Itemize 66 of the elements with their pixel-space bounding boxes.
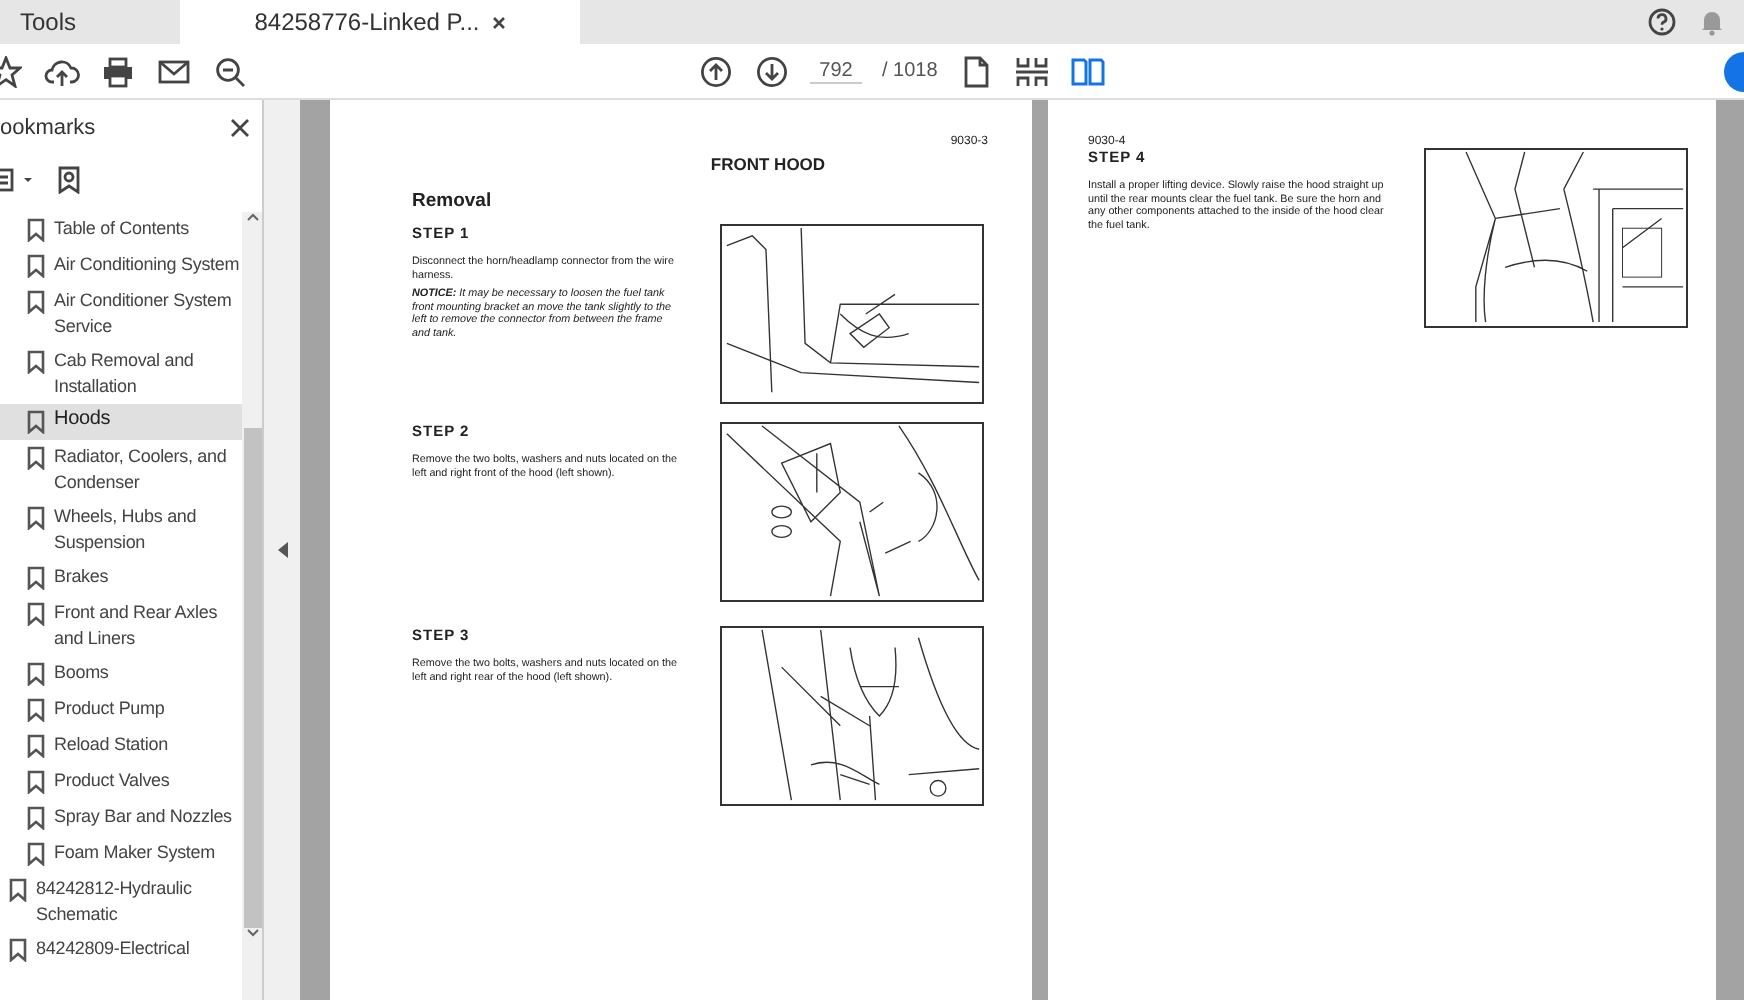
- arrow-up-icon: [700, 55, 732, 87]
- bookmark-icon: [8, 938, 28, 962]
- bookmark-icon: [26, 506, 46, 530]
- bookmark-item[interactable]: Hoods: [0, 404, 242, 440]
- bookmark-icon: [26, 410, 46, 434]
- print-icon: [102, 55, 134, 87]
- bookmark-item[interactable]: Foam Maker System: [0, 836, 242, 872]
- two-pages-button[interactable]: [1069, 53, 1106, 89]
- bookmark-item[interactable]: Spray Bar and Nozzles: [0, 800, 242, 836]
- bookmark-icon: [26, 734, 46, 758]
- bookmark-item[interactable]: Air Conditioner System Service: [0, 284, 242, 344]
- bookmark-icon: [26, 602, 46, 626]
- bookmark-icon: [8, 878, 28, 902]
- panel-collapse-handle[interactable]: [264, 100, 300, 1000]
- bookmark-search-icon[interactable]: [56, 166, 84, 194]
- bookmark-icon: [26, 290, 46, 314]
- bookmark-item[interactable]: Brakes: [0, 560, 242, 596]
- bookmark-icon: [26, 698, 46, 722]
- bookmark-item[interactable]: Table of Contents: [0, 212, 242, 248]
- collapse-arrow-icon: [277, 542, 287, 558]
- tab[interactable]: 84258776-Linked P...: [180, 0, 580, 44]
- zoom-icon: [214, 55, 246, 87]
- page-icon: [961, 55, 990, 87]
- bookmark-icon: [26, 566, 46, 590]
- bookmark-item[interactable]: Booms: [0, 656, 242, 692]
- bookmark-icon: [26, 446, 46, 470]
- mail-icon: [158, 57, 190, 85]
- bookmark-item[interactable]: 84242812-Hydraulic Schematic: [0, 872, 242, 932]
- scrolling-pages-button[interactable]: [1013, 53, 1050, 89]
- section-heading: Removal: [412, 190, 494, 212]
- page-number-field[interactable]: 792: [810, 59, 862, 83]
- close-icon[interactable]: [230, 118, 250, 138]
- bookmark-item[interactable]: 84242809-Electrical: [0, 932, 242, 968]
- close-icon[interactable]: [491, 15, 506, 29]
- bookmark-item[interactable]: Radiator, Coolers, and Condenser: [0, 440, 242, 500]
- help-icon[interactable]: [1648, 8, 1676, 36]
- scrollbar-thumb[interactable]: [243, 428, 261, 928]
- cloud-upload-icon: [44, 55, 80, 87]
- scroll-up-icon[interactable]: [245, 212, 259, 222]
- arrow-up-button[interactable]: [698, 53, 734, 89]
- page-title: FRONT HOOD: [708, 154, 828, 174]
- bookmark-item[interactable]: Reload Station: [0, 728, 242, 764]
- arrow-down-icon: [756, 55, 788, 87]
- bookmark-item[interactable]: Product Pump: [0, 692, 242, 728]
- options-menu-icon[interactable]: [0, 168, 36, 192]
- arrow-down-button[interactable]: [754, 53, 790, 89]
- bookmark-icon: [26, 662, 46, 686]
- bookmark-item[interactable]: Cab Removal and Installation: [0, 344, 242, 404]
- scrolling-pages-icon: [1013, 55, 1050, 87]
- page-total: / 1018: [882, 60, 938, 82]
- bookmark-icon: [26, 254, 46, 278]
- bookmark-item[interactable]: Product Valves: [0, 764, 242, 800]
- bookmark-icon: [26, 218, 46, 242]
- two-pages-icon: [1069, 55, 1106, 87]
- bookmark-item[interactable]: Wheels, Hubs and Suspension: [0, 500, 242, 560]
- zoom-button[interactable]: [212, 53, 248, 89]
- print-button[interactable]: [100, 53, 136, 89]
- bookmark-icon: [26, 770, 46, 794]
- scrollbar[interactable]: [242, 212, 262, 1000]
- bookmark-icon: [26, 806, 46, 830]
- bookmark-icon: [26, 350, 46, 374]
- bookmark-icon: [26, 842, 46, 866]
- scroll-down-icon[interactable]: [245, 928, 259, 938]
- panel-title: ookmarks: [0, 116, 96, 140]
- bookmark-item[interactable]: Front and Rear Axles and Liners: [0, 596, 242, 656]
- bookmark-item[interactable]: Air Conditioning System: [0, 248, 242, 284]
